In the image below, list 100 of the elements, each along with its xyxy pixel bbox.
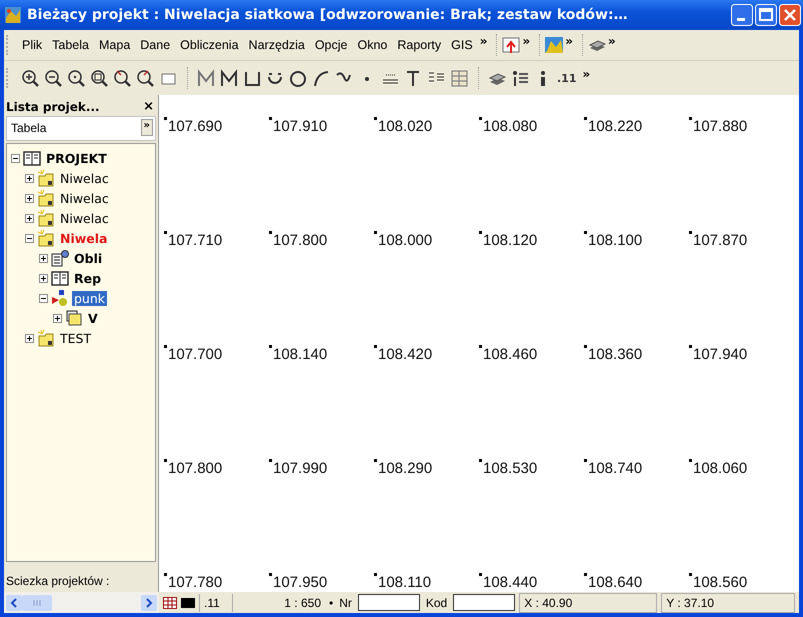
tree-item[interactable]: Niwelac bbox=[58, 170, 111, 186]
close-button[interactable] bbox=[779, 4, 801, 26]
zoom-previous-icon[interactable] bbox=[113, 68, 132, 88]
point-marker-icon bbox=[374, 345, 377, 348]
point-marker-icon bbox=[689, 231, 692, 234]
point-marker-icon bbox=[584, 345, 587, 348]
map-icon[interactable] bbox=[545, 37, 564, 53]
zoom-center-icon[interactable] bbox=[67, 68, 86, 88]
point-marker-icon bbox=[269, 345, 272, 348]
point-height-label: 107.800 bbox=[273, 232, 328, 249]
menu-item[interactable]: Opcje bbox=[310, 38, 352, 52]
overflow-button[interactable]: » bbox=[606, 34, 620, 56]
point-height-label: 107.700 bbox=[168, 346, 222, 363]
expand-icon[interactable] bbox=[53, 314, 62, 322]
folder-icon bbox=[37, 329, 55, 347]
nr-field[interactable] bbox=[358, 594, 420, 611]
horizontal-scrollbar[interactable] bbox=[4, 592, 159, 613]
point-height-label: 108.420 bbox=[378, 346, 432, 363]
point-marker-icon bbox=[374, 231, 377, 234]
tree-item[interactable]: punk bbox=[72, 290, 108, 306]
point-height-label: 107.910 bbox=[273, 118, 328, 135]
network-icon bbox=[51, 289, 69, 307]
overflow-button[interactable]: » bbox=[478, 34, 492, 56]
zoom-out-icon[interactable] bbox=[44, 68, 63, 88]
menu-item[interactable]: Plik bbox=[17, 38, 48, 52]
scroll-right-button[interactable] bbox=[141, 594, 157, 610]
expand-icon[interactable] bbox=[25, 334, 34, 342]
point-height-label: 108.020 bbox=[378, 118, 432, 135]
menu-item[interactable]: Obliczenia bbox=[175, 38, 244, 52]
scroll-thumb[interactable] bbox=[22, 594, 52, 610]
point-height-label: 108.290 bbox=[378, 460, 432, 477]
menu-item[interactable]: Tabela bbox=[47, 38, 94, 52]
arc-line-icon[interactable] bbox=[312, 68, 331, 88]
menu-item[interactable]: Mapa bbox=[94, 38, 136, 52]
point-marker-icon bbox=[269, 231, 272, 234]
point-height-label: 107.880 bbox=[693, 118, 748, 135]
point-height-label: 107.800 bbox=[168, 460, 222, 477]
kod-field[interactable] bbox=[453, 594, 516, 611]
solid-fill-icon[interactable] bbox=[181, 598, 195, 608]
point-height-label: 108.110 bbox=[378, 574, 432, 591]
expand-icon[interactable] bbox=[39, 274, 48, 282]
tree-item[interactable]: PROJEKT bbox=[44, 150, 109, 166]
window-title: Bieżący projekt : Niwelacja siatkowa [odwzorowanie: Brak; zestaw kodów:… bbox=[27, 7, 629, 23]
tree-item[interactable]: Obli bbox=[72, 250, 104, 266]
zoom-in-icon[interactable] bbox=[21, 68, 40, 88]
files-icon bbox=[65, 309, 83, 327]
bullet-icon: • bbox=[329, 596, 334, 610]
tree-item[interactable]: Niwelac bbox=[58, 210, 111, 226]
point-marker-icon bbox=[164, 573, 167, 576]
menu-item[interactable]: GIS bbox=[446, 38, 478, 52]
book-icon bbox=[51, 269, 69, 287]
collapse-icon[interactable] bbox=[39, 294, 48, 302]
folder-icon bbox=[37, 169, 55, 187]
table-icon[interactable] bbox=[450, 68, 469, 88]
menu-item[interactable]: Narzędzia bbox=[244, 38, 310, 52]
tree-item[interactable]: Niwelac bbox=[58, 190, 111, 206]
expand-icon[interactable] bbox=[39, 254, 48, 262]
overflow-button[interactable]: » bbox=[563, 34, 577, 56]
close-button[interactable]: × bbox=[143, 99, 154, 114]
point-height-label: 108.560 bbox=[693, 574, 748, 591]
x-coordinate: X : 40.90 bbox=[519, 592, 658, 612]
point-marker-icon bbox=[689, 117, 692, 120]
info-list-icon[interactable] bbox=[511, 68, 530, 88]
zoom-next-icon[interactable] bbox=[136, 68, 155, 88]
overflow-button[interactable]: » bbox=[520, 34, 534, 56]
zoom-window-icon[interactable] bbox=[90, 68, 109, 88]
tree-item[interactable]: Niwela bbox=[58, 230, 110, 246]
tree-item[interactable]: V bbox=[86, 310, 100, 326]
panel-tab[interactable]: Tabela bbox=[11, 120, 46, 134]
point-marker-icon bbox=[374, 459, 377, 462]
folder-icon bbox=[37, 229, 55, 247]
point-height-label: 108.360 bbox=[588, 346, 642, 363]
circle-icon[interactable] bbox=[289, 68, 308, 88]
book-icon bbox=[23, 149, 41, 167]
menu-item[interactable]: Okno bbox=[352, 38, 392, 52]
minimize-button[interactable] bbox=[731, 4, 753, 26]
grid-icon[interactable] bbox=[163, 596, 177, 608]
point-marker-icon bbox=[689, 345, 692, 348]
scale-label: .11 bbox=[557, 72, 576, 84]
point-height-label: 107.710 bbox=[168, 232, 222, 249]
folder-icon bbox=[37, 209, 55, 227]
menu-item[interactable]: Dane bbox=[135, 38, 176, 52]
point-height-label: 108.140 bbox=[273, 346, 328, 363]
maximize-button[interactable] bbox=[755, 4, 777, 26]
polyline-icon[interactable] bbox=[220, 68, 239, 88]
panel-title: Lista projek... bbox=[6, 100, 100, 114]
tree-item[interactable]: TEST bbox=[58, 330, 94, 346]
collapse-icon[interactable] bbox=[25, 234, 34, 242]
point-height-label: 108.060 bbox=[693, 460, 748, 477]
menu-item[interactable]: Raporty bbox=[392, 38, 446, 52]
tree-item[interactable]: Rep bbox=[72, 270, 104, 286]
upload-icon[interactable] bbox=[502, 37, 520, 53]
expand-icon[interactable] bbox=[25, 194, 34, 202]
point-height-label: 108.120 bbox=[483, 232, 538, 249]
expand-icon[interactable] bbox=[25, 174, 34, 182]
expand-icon[interactable] bbox=[25, 214, 34, 222]
overflow-button[interactable]: » bbox=[140, 119, 153, 136]
scroll-left-button[interactable] bbox=[6, 594, 22, 610]
collapse-icon[interactable] bbox=[11, 154, 20, 162]
overflow-button[interactable]: » bbox=[580, 67, 594, 89]
